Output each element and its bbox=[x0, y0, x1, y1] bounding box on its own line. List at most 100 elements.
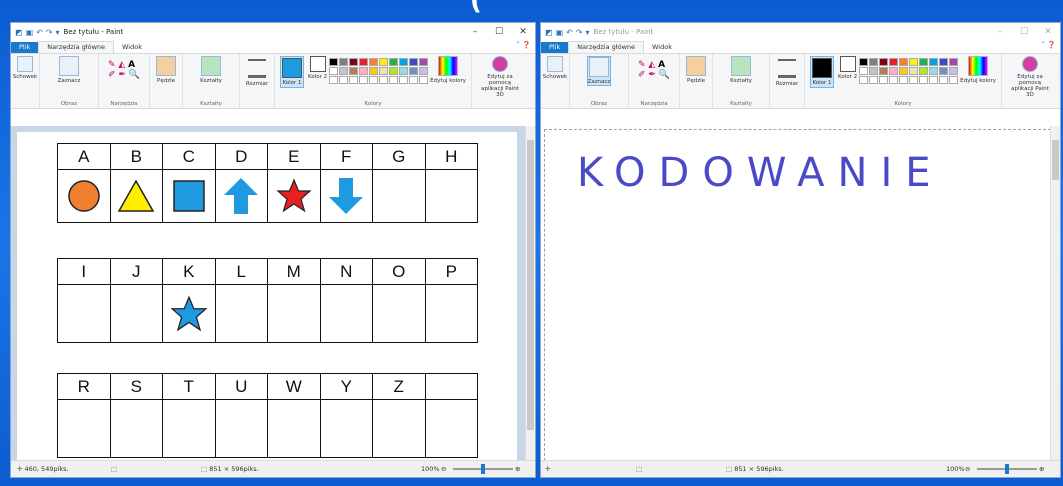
palette-swatch[interactable] bbox=[929, 58, 939, 66]
palette-swatch[interactable] bbox=[399, 67, 409, 75]
canvas[interactable]: KODOWANIE bbox=[544, 129, 1051, 461]
palette-swatch[interactable] bbox=[899, 58, 909, 66]
palette-swatch[interactable] bbox=[379, 76, 389, 84]
help-icon[interactable]: ˄ ❓ bbox=[517, 41, 531, 49]
zoom-out-button[interactable]: ⊖ bbox=[441, 465, 446, 473]
palette-swatch[interactable] bbox=[879, 58, 889, 66]
vertical-scrollbar[interactable] bbox=[1050, 126, 1060, 461]
canvas[interactable]: ABCDEFGH IJKLMNOP RSTUWYZ bbox=[17, 132, 517, 461]
palette-swatch[interactable] bbox=[349, 58, 359, 66]
zoom-in-button[interactable]: ⊕ bbox=[515, 465, 520, 473]
palette-swatch[interactable] bbox=[419, 67, 429, 75]
customize-qa-icon[interactable]: ▾ bbox=[56, 28, 60, 37]
save-icon[interactable]: ▣ bbox=[556, 28, 564, 37]
scroll-thumb[interactable] bbox=[1052, 140, 1059, 180]
color2-button[interactable]: Kolor 2 bbox=[308, 56, 327, 80]
palette-swatch[interactable] bbox=[419, 76, 429, 84]
palette-swatch[interactable] bbox=[389, 76, 399, 84]
tab-file[interactable]: Plik bbox=[541, 42, 569, 53]
palette-swatch[interactable] bbox=[929, 76, 939, 84]
palette-swatch[interactable] bbox=[859, 58, 869, 66]
palette-swatch[interactable] bbox=[339, 58, 349, 66]
paint3d-button[interactable]: Edytuj za pomocą aplikacji Paint 3D bbox=[477, 56, 523, 98]
palette-swatch[interactable] bbox=[939, 76, 949, 84]
palette-swatch[interactable] bbox=[899, 67, 909, 75]
palette-swatch[interactable] bbox=[869, 58, 879, 66]
palette-swatch[interactable] bbox=[889, 58, 899, 66]
palette-swatch[interactable] bbox=[359, 58, 369, 66]
minimize-button[interactable]: – bbox=[463, 27, 487, 37]
palette-swatch[interactable] bbox=[339, 67, 349, 75]
palette-swatch[interactable] bbox=[359, 67, 369, 75]
help-icon[interactable]: ˄ ❓ bbox=[1042, 41, 1056, 49]
zoom-slider-thumb[interactable] bbox=[1005, 464, 1009, 474]
maximize-button[interactable]: ☐ bbox=[1012, 27, 1036, 37]
palette-swatch[interactable] bbox=[369, 58, 379, 66]
redo-icon[interactable]: ↷ bbox=[576, 28, 583, 37]
palette-swatch[interactable] bbox=[349, 67, 359, 75]
close-button[interactable]: ✕ bbox=[511, 27, 535, 37]
palette-swatch[interactable] bbox=[339, 76, 349, 84]
close-button[interactable]: ✕ bbox=[1036, 27, 1060, 37]
clipboard-button[interactable]: Schowek bbox=[13, 56, 37, 80]
tab-view[interactable]: Widok bbox=[644, 42, 680, 53]
color-palette[interactable] bbox=[859, 58, 959, 84]
undo-icon[interactable]: ↶ bbox=[36, 28, 43, 37]
palette-swatch[interactable] bbox=[389, 67, 399, 75]
palette-swatch[interactable] bbox=[369, 67, 379, 75]
palette-swatch[interactable] bbox=[409, 58, 419, 66]
color1-button[interactable]: Kolor 1 bbox=[810, 56, 834, 88]
maximize-button[interactable]: ☐ bbox=[487, 27, 511, 37]
brushes-button[interactable]: Pędzle bbox=[156, 56, 176, 84]
palette-swatch[interactable] bbox=[349, 76, 359, 84]
palette-swatch[interactable] bbox=[909, 67, 919, 75]
palette-swatch[interactable] bbox=[919, 76, 929, 84]
color-palette[interactable] bbox=[329, 58, 429, 84]
tab-home[interactable]: Narzędzia główne bbox=[568, 41, 645, 53]
color2-button[interactable]: Kolor 2 bbox=[838, 56, 857, 80]
palette-swatch[interactable] bbox=[399, 58, 409, 66]
palette-swatch[interactable] bbox=[369, 76, 379, 84]
size-button[interactable]: Rozmiar bbox=[776, 56, 798, 87]
tab-home[interactable]: Narzędzia główne bbox=[38, 41, 115, 53]
scroll-thumb[interactable] bbox=[527, 140, 534, 430]
paint3d-button[interactable]: Edytuj za pomocą aplikacji Paint 3D bbox=[1007, 56, 1053, 98]
palette-swatch[interactable] bbox=[409, 67, 419, 75]
palette-swatch[interactable] bbox=[889, 67, 899, 75]
palette-swatch[interactable] bbox=[879, 67, 889, 75]
palette-swatch[interactable] bbox=[329, 58, 339, 66]
palette-swatch[interactable] bbox=[909, 58, 919, 66]
palette-swatch[interactable] bbox=[899, 76, 909, 84]
tab-file[interactable]: Plik bbox=[11, 42, 39, 53]
edit-colors-button[interactable]: Edytuj kolory bbox=[960, 56, 996, 84]
palette-swatch[interactable] bbox=[379, 67, 389, 75]
palette-swatch[interactable] bbox=[419, 58, 429, 66]
palette-swatch[interactable] bbox=[409, 76, 419, 84]
palette-swatch[interactable] bbox=[329, 67, 339, 75]
palette-swatch[interactable] bbox=[949, 58, 959, 66]
palette-swatch[interactable] bbox=[939, 67, 949, 75]
select-button[interactable]: Zaznacz bbox=[58, 56, 80, 84]
tools-icons[interactable]: ✎ ◭ A ✐ ✒ 🔍 bbox=[108, 60, 140, 80]
palette-swatch[interactable] bbox=[389, 58, 399, 66]
zoom-in-button[interactable]: ⊕ bbox=[1039, 465, 1044, 473]
palette-swatch[interactable] bbox=[859, 76, 869, 84]
zoom-out-button[interactable]: ⊖ bbox=[965, 465, 970, 473]
palette-swatch[interactable] bbox=[869, 67, 879, 75]
customize-qa-icon[interactable]: ▾ bbox=[586, 28, 590, 37]
tab-view[interactable]: Widok bbox=[114, 42, 150, 53]
clipboard-button[interactable]: Schowek bbox=[543, 56, 567, 80]
palette-swatch[interactable] bbox=[859, 67, 869, 75]
shapes-button[interactable]: Kształty bbox=[730, 56, 752, 84]
size-button[interactable]: Rozmiar bbox=[246, 56, 268, 87]
redo-icon[interactable]: ↷ bbox=[46, 28, 53, 37]
palette-swatch[interactable] bbox=[909, 76, 919, 84]
palette-swatch[interactable] bbox=[919, 58, 929, 66]
undo-icon[interactable]: ↶ bbox=[566, 28, 573, 37]
palette-swatch[interactable] bbox=[869, 76, 879, 84]
zoom-slider-thumb[interactable] bbox=[481, 464, 485, 474]
palette-swatch[interactable] bbox=[379, 58, 389, 66]
edit-colors-button[interactable]: Edytuj kolory bbox=[430, 56, 466, 84]
palette-swatch[interactable] bbox=[399, 76, 409, 84]
minimize-button[interactable]: – bbox=[988, 27, 1012, 37]
